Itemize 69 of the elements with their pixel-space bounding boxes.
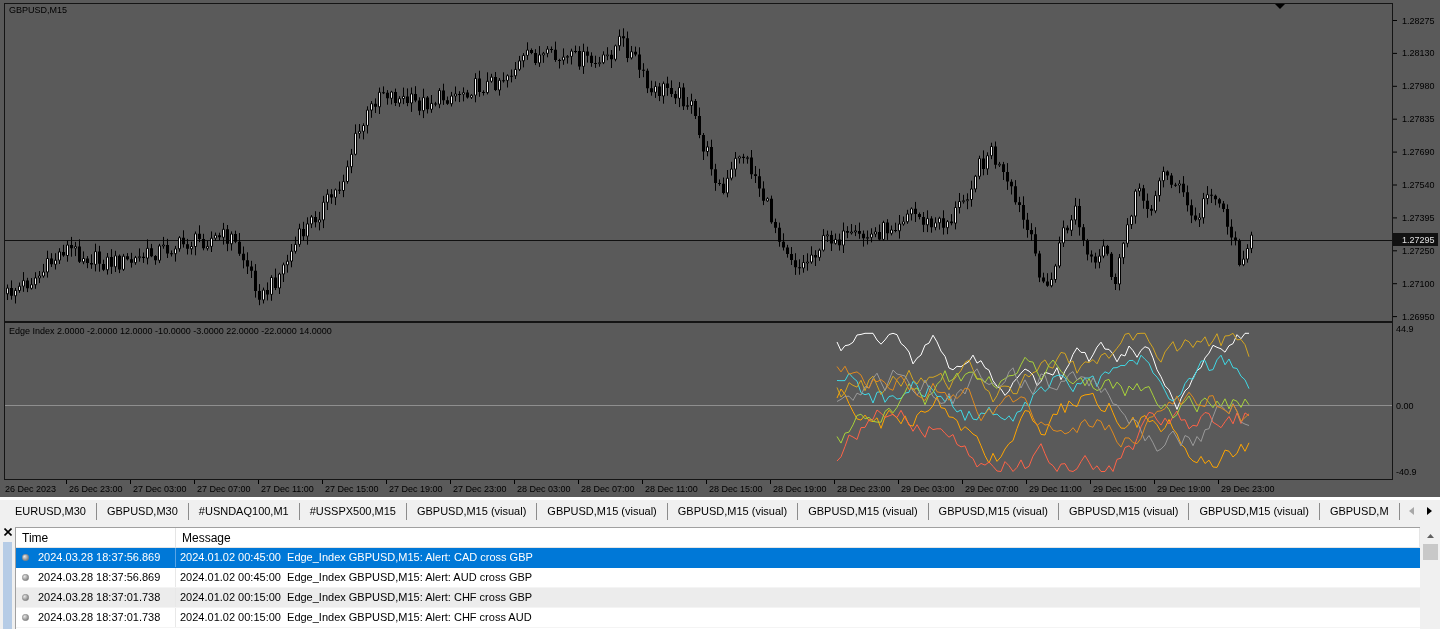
chart-tab[interactable]: GBPUSD,M15 (visual) bbox=[798, 502, 929, 520]
time-label: 27 Dec 07:00 bbox=[197, 484, 251, 494]
time-cell-text: 2024.03.28 18:37:56.869 bbox=[38, 570, 161, 585]
scroll-up-icon[interactable] bbox=[1426, 533, 1434, 538]
price-label: 1.27690 bbox=[1402, 147, 1435, 158]
message-cell-text: 2024.01.02 00:45:00 Edge_Index GBPUSD,M15: Alert: AUD cross GBP bbox=[179, 570, 534, 585]
time-label: 28 Dec 11:00 bbox=[645, 484, 698, 494]
time-label: 28 Dec 07:00 bbox=[581, 484, 635, 494]
time-label: 28 Dec 03:00 bbox=[517, 484, 571, 494]
message-cell-text: 2024.01.02 00:15:00 Edge_Index GBPUSD,M15: Alert: CHF cross GBP bbox=[179, 590, 534, 605]
indicator-label: Edge Index 2.0000 -2.0000 12.0000 -10.0000 -3.0000 22.0000 -22.0000 14.0000 bbox=[9, 326, 332, 337]
scroll-right-icon[interactable] bbox=[1426, 507, 1432, 515]
message-cell-text: 2024.01.02 00:45:00 Edge_Index GBPUSD,M15: Alert: CAD cross GBP bbox=[179, 550, 534, 565]
time-cell-text: 2024.03.28 18:37:01.738 bbox=[38, 610, 161, 625]
scrollbar-thumb[interactable] bbox=[1422, 544, 1438, 560]
chart-tab[interactable]: GBPUSD,M bbox=[1319, 502, 1400, 520]
price-label: 1.27540 bbox=[1402, 180, 1435, 190]
time-label: 29 Dec 07:00 bbox=[965, 484, 1019, 494]
time-label: 28 Dec 23:00 bbox=[837, 484, 891, 494]
triangle-marker-icon[interactable] bbox=[1275, 4, 1285, 9]
time-label: 28 Dec 19:00 bbox=[773, 484, 827, 494]
chart-tab[interactable]: GBPUSD,M15 (visual) bbox=[406, 502, 538, 520]
time-label: 27 Dec 03:00 bbox=[133, 484, 187, 494]
price-label: 1.28275 bbox=[1402, 15, 1435, 26]
time-label: 26 Dec 23:00 bbox=[69, 484, 123, 494]
chart-tab[interactable]: GBPUSD,M15 (visual) bbox=[667, 502, 799, 520]
time-label: 27 Dec 19:00 bbox=[389, 484, 443, 494]
chart-tab[interactable]: GBPUSD,M15 (visual) bbox=[1189, 502, 1320, 520]
time-label: 29 Dec 15:00 bbox=[1093, 484, 1147, 494]
chart-title: GBPUSD,M15 bbox=[9, 5, 68, 16]
price-label: 1.26950 bbox=[1402, 311, 1435, 322]
indicator-axis-label: 0.00 bbox=[1396, 400, 1414, 411]
time-label: 29 Dec 23:00 bbox=[1221, 484, 1275, 494]
chart-tab[interactable]: #USSPX500,M15 bbox=[299, 502, 407, 520]
current-price-label: 1.27295 bbox=[1393, 233, 1438, 246]
time-label: 29 Dec 03:00 bbox=[901, 484, 955, 494]
chart-tab[interactable]: GBPUSD,M30 bbox=[96, 502, 189, 520]
price-label: 1.27980 bbox=[1402, 81, 1435, 92]
status-dot-icon bbox=[22, 554, 29, 561]
status-dot-icon bbox=[22, 594, 29, 601]
journal-row[interactable]: 2024.03.28 18:37:01.738 2024.01.02 00:15:00 Edge_Index GBPUSD,M15: Alert: CHF cross GBP bbox=[16, 588, 1420, 608]
price-label: 1.28130 bbox=[1402, 48, 1435, 59]
chart-tab[interactable]: GBPUSD,M15 (visual) bbox=[1059, 502, 1190, 520]
close-icon[interactable] bbox=[3, 528, 12, 536]
journal-row[interactable]: 2024.03.28 18:37:01.738 2024.01.02 00:15:00 Edge_Index GBPUSD,M15: Alert: CHF cross AUD bbox=[16, 608, 1420, 628]
time-label: 27 Dec 15:00 bbox=[325, 484, 379, 494]
time-cell-text: 2024.03.28 18:37:56.869 bbox=[38, 550, 161, 565]
price-label: 1.27395 bbox=[1402, 212, 1435, 223]
message-cell-text: 2024.01.02 00:15:00 Edge_Index GBPUSD,M15: Alert: CHF cross AUD bbox=[179, 610, 533, 625]
status-dot-icon bbox=[22, 614, 29, 621]
journal-row[interactable]: 2024.03.28 18:37:56.869 2024.01.02 00:45:00 Edge_Index GBPUSD,M15: Alert: CAD cross GBP bbox=[16, 548, 1420, 568]
chart-tab[interactable]: GBPUSD,M15 (visual) bbox=[928, 502, 1060, 520]
time-label: 27 Dec 11:00 bbox=[261, 484, 314, 494]
time-label: 26 Dec 2023 bbox=[5, 484, 57, 494]
chart-tab[interactable]: EURUSD,M30 bbox=[5, 502, 97, 520]
indicator-axis-label: -40.9 bbox=[1396, 466, 1417, 477]
time-label: 29 Dec 19:00 bbox=[1157, 484, 1211, 494]
chart-tab[interactable]: #USNDAQ100,M1 bbox=[188, 502, 300, 520]
indicator-axis-label: 44.9 bbox=[1396, 323, 1414, 334]
journal-row[interactable]: 2024.03.28 18:37:56.869 2024.01.02 00:45:00 Edge_Index GBPUSD,M15: Alert: AUD cross GBP bbox=[16, 568, 1420, 588]
price-label: 1.27835 bbox=[1402, 114, 1435, 125]
chart-tab[interactable]: GBPUSD,M15 (visual) bbox=[537, 502, 668, 520]
time-label: 27 Dec 23:00 bbox=[453, 484, 507, 494]
status-dot-icon bbox=[22, 574, 29, 581]
price-label: 1.27250 bbox=[1402, 245, 1435, 256]
time-label: 29 Dec 11:00 bbox=[1029, 484, 1082, 494]
time-label: 28 Dec 15:00 bbox=[709, 484, 763, 494]
time-cell-text: 2024.03.28 18:37:01.738 bbox=[38, 590, 161, 605]
price-label: 1.27100 bbox=[1402, 278, 1435, 289]
